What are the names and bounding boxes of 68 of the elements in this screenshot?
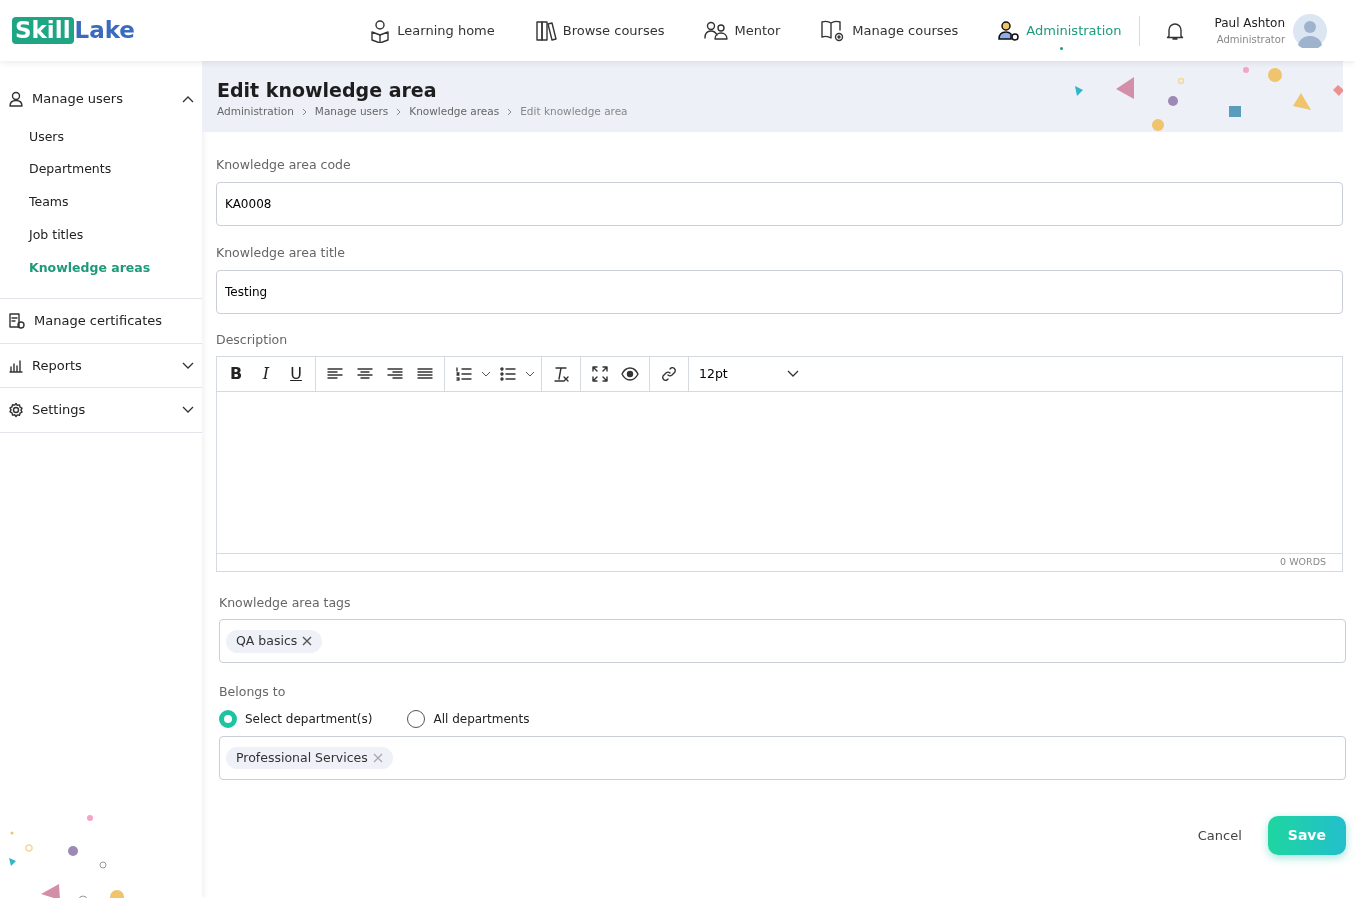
nav-link[interactable]: Learning home (369, 10, 495, 51)
format-button[interactable]: I (253, 361, 279, 388)
numbered-list-icon (455, 365, 473, 384)
word-count: 0 WORDS (1279, 555, 1327, 570)
sidebar-item[interactable]: Job titles (0, 218, 113, 252)
nav-link[interactable]: Mentor (704, 12, 781, 49)
user-gear-icon (998, 19, 1021, 42)
user-icon (8, 90, 24, 107)
chevron-right-icon (396, 107, 402, 116)
sidebar-item[interactable]: Knowledge areas (0, 251, 180, 285)
reader-icon (369, 18, 392, 43)
format-button[interactable]: B (223, 361, 249, 388)
user-role: Administrator (1215, 33, 1285, 47)
nav-link[interactable]: Browse courses (534, 11, 665, 50)
chevron-right-icon (507, 107, 513, 116)
logo-text: Lake (74, 17, 135, 44)
bar-chart-icon (8, 357, 24, 374)
caret-icon[interactable] (525, 371, 535, 378)
radio-button[interactable] (219, 710, 237, 728)
tag-chip: Professional Services (226, 746, 393, 770)
field-label: Description (216, 330, 289, 349)
certificate-icon (8, 312, 26, 330)
nav-link[interactable]: Manage courses (820, 10, 959, 51)
radio-button[interactable] (407, 710, 426, 728)
sidebar-item[interactable]: Departments (0, 153, 141, 186)
caret-icon (787, 370, 799, 379)
remove-icon[interactable] (302, 636, 313, 647)
breadcrumb-link[interactable]: Administration (217, 103, 294, 120)
chevron-right-icon (301, 107, 307, 116)
books-icon (534, 19, 557, 42)
format-button[interactable]: U (283, 361, 309, 388)
radio-label: Select department(s) (245, 711, 373, 728)
bell-icon[interactable] (1166, 20, 1185, 41)
breadcrumb-link[interactable]: Manage users (314, 103, 389, 120)
sidebar-item[interactable]: Teams (0, 186, 98, 219)
sidebar-group[interactable]: Settings (0, 388, 202, 432)
sidebar-group[interactable]: Reports (0, 343, 202, 388)
people-icon (704, 20, 729, 41)
field-label: Belongs to (219, 683, 287, 702)
link-icon (660, 365, 678, 384)
input-field[interactable]: Testing (216, 269, 1343, 314)
sidebar-group[interactable]: Manage certificates (0, 299, 202, 343)
breadcrumb-link[interactable]: Knowledge areas (409, 103, 500, 120)
chevron-up-icon (182, 94, 194, 103)
user-name: Paul Ashton (1214, 15, 1285, 32)
settings-icon (8, 402, 24, 418)
field-label: Knowledge area title (216, 243, 346, 262)
chevron-down-icon (182, 361, 194, 370)
preview-icon (621, 365, 639, 384)
fullscreen-icon (591, 365, 609, 384)
tag-input-field[interactable]: QA basics (219, 619, 1346, 664)
font-size-dropdown[interactable]: 12pt (689, 357, 809, 392)
tag-chip: QA basics (226, 629, 323, 653)
page-title: Edit knowledge area (217, 79, 438, 102)
sidebar-group[interactable]: Manage users (0, 77, 202, 121)
chevron-down-icon (182, 406, 194, 414)
department-input-field[interactable]: Professional Services (219, 736, 1346, 780)
cancel-button[interactable]: Cancel (1191, 824, 1248, 847)
radio-label: All departments (433, 711, 530, 728)
input-field[interactable]: KA0008 (216, 181, 1343, 226)
field-label: Knowledge area code (216, 156, 352, 174)
logo-badge: Skill (12, 17, 74, 44)
nav-link[interactable]: Administration (998, 11, 1122, 50)
bullet-list-icon (499, 365, 517, 384)
sidebar-item[interactable]: Users (0, 120, 93, 154)
field-label: Knowledge area tags (219, 593, 352, 612)
caret-icon[interactable] (481, 371, 491, 378)
clear-format-icon (552, 365, 570, 384)
